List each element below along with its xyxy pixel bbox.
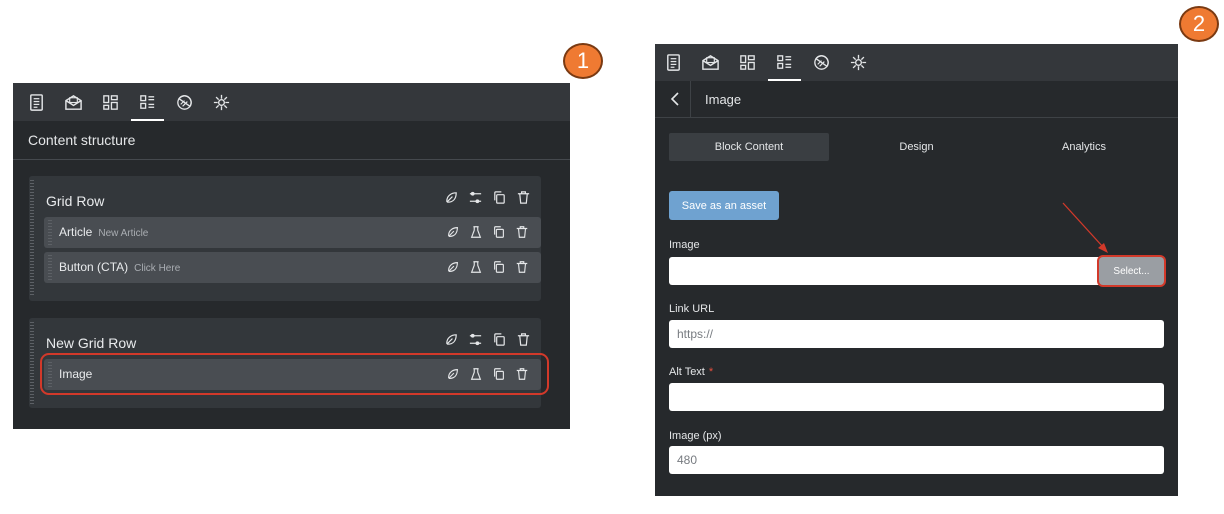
style-icon[interactable]	[444, 332, 459, 347]
page-icon	[27, 93, 46, 112]
settings-icon	[849, 53, 868, 72]
alt-text-label-text: Alt Text	[669, 366, 705, 378]
blocks-icon	[738, 53, 757, 72]
block-name: Button (CTA)	[59, 260, 129, 274]
duplicate-icon[interactable]	[492, 190, 507, 205]
delete-icon[interactable]	[516, 332, 531, 347]
tab-block-content[interactable]: Block Content	[669, 133, 829, 161]
link-url-input[interactable]: https://	[669, 320, 1164, 348]
theme-icon	[175, 93, 194, 112]
tab-structure[interactable]	[129, 83, 166, 121]
email-icon	[701, 53, 720, 72]
duplicate-icon[interactable]	[492, 260, 506, 274]
style-icon[interactable]	[446, 260, 460, 274]
tab-theme[interactable]	[166, 83, 203, 121]
test-icon[interactable]	[469, 260, 483, 274]
tab-theme[interactable]	[803, 44, 840, 81]
settings-tabs: Block Content Design Analytics	[669, 133, 1164, 161]
block-subtitle: New Article	[98, 228, 149, 239]
panel-tab-bar	[655, 44, 1178, 81]
delete-icon[interactable]	[515, 260, 529, 274]
drag-handle[interactable]	[30, 322, 34, 404]
alt-text-input[interactable]	[669, 383, 1164, 411]
save-as-asset-button[interactable]: Save as an asset	[669, 191, 779, 220]
email-icon	[64, 93, 83, 112]
required-marker: *	[708, 366, 714, 378]
page-icon	[664, 53, 683, 72]
tab-blocks[interactable]	[92, 83, 129, 121]
step-badge-2: 2	[1179, 6, 1219, 42]
alt-text-label: Alt Text *	[669, 366, 713, 378]
tab-email[interactable]	[55, 83, 92, 121]
tab-blocks[interactable]	[729, 44, 766, 81]
highlight-outline	[40, 353, 549, 395]
duplicate-icon[interactable]	[492, 225, 506, 239]
image-width-label: Image (px)	[669, 430, 722, 442]
blocks-icon	[101, 93, 120, 112]
image-settings-panel: Image Block Content Design Analytics Sav…	[655, 44, 1178, 496]
step-badge-1: 1	[563, 43, 603, 79]
image-width-input[interactable]: 480	[669, 446, 1164, 474]
theme-icon	[812, 53, 831, 72]
block-item[interactable]: Button (CTA) Click Here	[44, 252, 541, 283]
grid-row-title: Grid Row	[46, 193, 105, 209]
structure-icon	[138, 93, 157, 112]
select-image-button[interactable]: Select...	[1099, 257, 1164, 285]
panel-header: Image	[655, 81, 1178, 118]
grid-row-title: New Grid Row	[46, 335, 137, 351]
tab-page[interactable]	[18, 83, 55, 121]
image-source-field[interactable]	[669, 257, 1164, 285]
drag-handle[interactable]	[48, 220, 52, 245]
link-url-label: Link URL	[669, 303, 715, 315]
duplicate-icon[interactable]	[492, 332, 507, 347]
drag-handle[interactable]	[30, 180, 34, 297]
tab-structure[interactable]	[766, 44, 803, 81]
tab-analytics[interactable]: Analytics	[1004, 133, 1164, 161]
delete-icon[interactable]	[515, 225, 529, 239]
tab-settings[interactable]	[840, 44, 877, 81]
tab-page[interactable]	[655, 44, 692, 81]
settings-sliders-icon[interactable]	[468, 190, 483, 205]
structure-icon	[775, 53, 794, 72]
panel-title: Content structure	[28, 132, 136, 148]
grid-row[interactable]: Grid Row Article New Article Button (CTA)…	[29, 176, 541, 301]
block-item[interactable]: Article New Article	[44, 217, 541, 248]
panel-title: Image	[705, 92, 742, 107]
image-label: Image	[669, 239, 700, 251]
style-icon[interactable]	[446, 225, 460, 239]
settings-sliders-icon[interactable]	[468, 332, 483, 347]
divider	[690, 81, 691, 117]
tab-design[interactable]: Design	[829, 133, 1004, 161]
test-icon[interactable]	[469, 225, 483, 239]
delete-icon[interactable]	[516, 190, 531, 205]
style-icon[interactable]	[444, 190, 459, 205]
back-chevron-icon[interactable]	[667, 91, 683, 107]
content-structure-panel: Content structure Grid Row Article New Ar…	[13, 83, 570, 429]
tab-email[interactable]	[692, 44, 729, 81]
settings-icon	[212, 93, 231, 112]
block-name: Article	[59, 225, 93, 239]
drag-handle[interactable]	[48, 255, 52, 280]
divider	[13, 159, 570, 160]
block-subtitle: Click Here	[134, 263, 181, 274]
tab-settings[interactable]	[203, 83, 240, 121]
panel-tab-bar	[13, 83, 570, 121]
